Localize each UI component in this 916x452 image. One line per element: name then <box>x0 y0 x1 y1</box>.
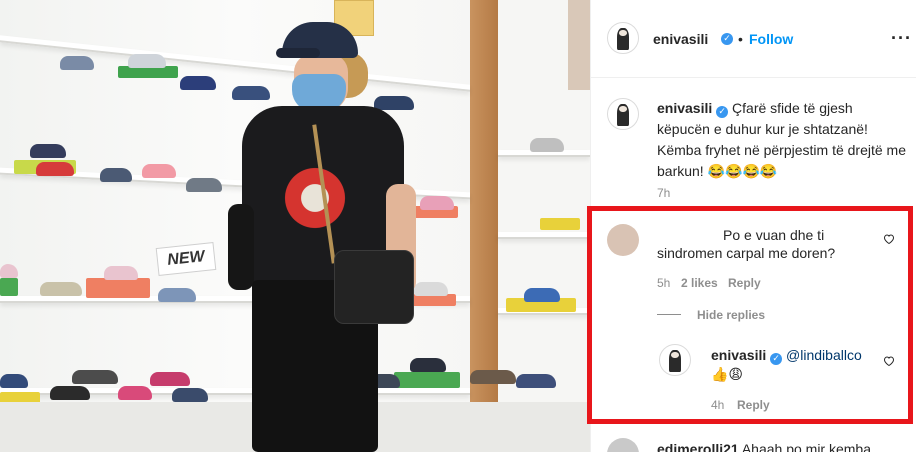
shoe <box>530 138 564 152</box>
post-header: enivasili ✓ • Follow ··· <box>591 0 916 78</box>
caption-avatar[interactable] <box>607 98 639 130</box>
comment-author[interactable]: edimerolli21 <box>657 441 739 452</box>
hide-replies-button[interactable]: Hide replies <box>697 308 765 322</box>
shoe <box>128 54 166 68</box>
reply-button[interactable]: Reply <box>737 398 770 412</box>
comment: edimerolli21 Ahaah po mir kemba <box>657 440 907 452</box>
comment-likes[interactable]: 2 likes <box>681 276 718 290</box>
wall-poster-right <box>568 0 590 90</box>
follow-button[interactable]: Follow <box>749 31 793 47</box>
shelf <box>498 232 590 239</box>
reply-author[interactable]: enivasili <box>711 347 766 363</box>
shoe-box <box>0 278 18 296</box>
reply-mention[interactable]: @lindiballco <box>786 347 862 363</box>
verified-badge-icon: ✓ <box>716 106 729 118</box>
shoe <box>0 374 28 388</box>
avatar[interactable] <box>607 22 639 54</box>
verified-badge-icon: ✓ <box>721 33 733 45</box>
arm-brace <box>228 204 254 290</box>
caption: enivasili ✓ Çfarë sfide të gjesh këpucën… <box>657 98 907 182</box>
shoe <box>158 288 196 302</box>
shoe <box>36 162 74 176</box>
person <box>200 14 430 452</box>
post-photo[interactable]: NEW <box>0 0 590 452</box>
shoe <box>150 372 190 386</box>
caption-author[interactable]: enivasili <box>657 100 712 116</box>
shoe <box>50 386 90 400</box>
commenter-avatar[interactable] <box>607 438 639 452</box>
shoe <box>524 288 560 302</box>
shoe-box <box>540 218 580 230</box>
more-options-icon[interactable]: ··· <box>891 28 912 49</box>
heart-icon[interactable] <box>883 354 895 367</box>
commenter-avatar[interactable] <box>607 224 639 256</box>
cap-visor <box>276 48 320 58</box>
comments-panel: enivasili ✓ • Follow ··· enivasili ✓ Çfa… <box>590 0 916 452</box>
reply-avatar[interactable] <box>659 344 691 376</box>
shoe-box <box>86 278 150 298</box>
shoe <box>118 386 152 400</box>
author-username[interactable]: enivasili <box>653 31 708 47</box>
reply-text: 👍😩 <box>711 367 744 383</box>
handbag <box>334 250 414 324</box>
shoe <box>60 56 94 70</box>
t-shirt-print <box>280 164 350 249</box>
reply: enivasili ✓ @lindiballco 👍😩 <box>711 346 881 384</box>
verified-badge-icon: ✓ <box>770 353 783 365</box>
shoe <box>470 370 516 384</box>
hide-replies-line <box>657 314 681 315</box>
shoe <box>100 168 132 182</box>
comment: Po e vuan dhe ti sindromen carpal me dor… <box>657 226 877 262</box>
separator: • <box>738 31 743 47</box>
shoe <box>516 374 556 388</box>
wooden-pillar <box>470 0 498 452</box>
heart-icon[interactable] <box>883 232 895 245</box>
reply-timestamp: 4h <box>711 398 725 412</box>
shoe <box>30 144 66 158</box>
reply-button[interactable]: Reply <box>728 276 761 290</box>
shoe <box>142 164 176 178</box>
comment-text: Po e vuan dhe ti sindromen carpal me dor… <box>657 227 836 261</box>
shoe <box>72 370 118 384</box>
comment-timestamp: 5h <box>657 276 671 290</box>
caption-timestamp: 7h <box>657 186 671 200</box>
shoe <box>40 282 82 296</box>
comment-text: Ahaah po mir kemba <box>741 441 872 452</box>
shoe <box>104 266 138 280</box>
